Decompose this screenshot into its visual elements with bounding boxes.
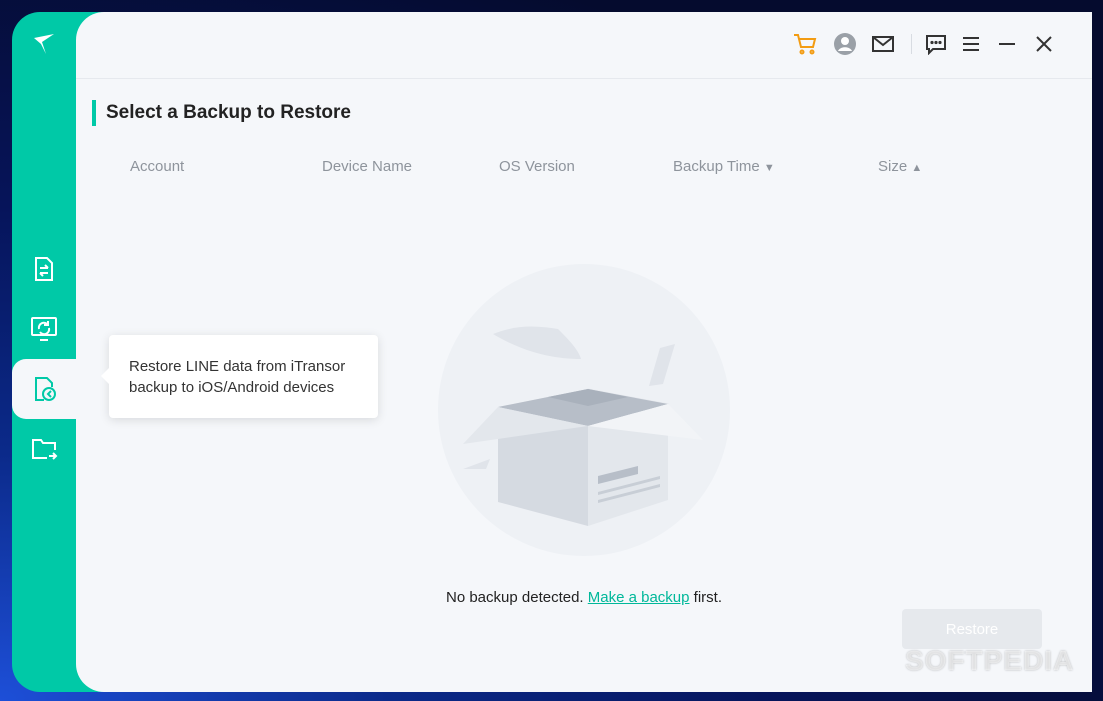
sidebar bbox=[12, 12, 76, 692]
page-title: Select a Backup to Restore bbox=[92, 100, 351, 126]
make-backup-link[interactable]: Make a backup bbox=[588, 589, 690, 606]
sidebar-item-backup[interactable] bbox=[12, 299, 76, 359]
restore-icon bbox=[35, 377, 56, 401]
backup-icon bbox=[31, 317, 57, 341]
minimize-button[interactable] bbox=[994, 31, 1020, 57]
toolbar-divider bbox=[911, 34, 912, 54]
title-bar bbox=[76, 12, 1092, 79]
close-icon bbox=[1036, 36, 1052, 52]
user-icon bbox=[834, 33, 856, 55]
empty-state-prefix: No backup detected. bbox=[446, 589, 588, 606]
minimize-icon bbox=[999, 43, 1015, 45]
mail-button[interactable] bbox=[870, 31, 896, 57]
tooltip-line-1: Restore LINE data from iTransor bbox=[129, 358, 346, 375]
column-label: OS Version bbox=[499, 158, 575, 175]
sidebar-item-transfer[interactable] bbox=[12, 239, 76, 299]
column-header-account[interactable]: Account bbox=[130, 158, 184, 175]
mail-icon bbox=[872, 36, 894, 52]
cart-button[interactable] bbox=[792, 31, 818, 57]
sidebar-item-export[interactable] bbox=[12, 419, 76, 479]
menu-icon bbox=[963, 37, 979, 51]
column-header-size[interactable]: Size ▲ bbox=[878, 158, 922, 175]
empty-box-icon bbox=[463, 326, 703, 526]
export-folder-icon bbox=[32, 439, 58, 460]
sort-up-icon: ▲ bbox=[911, 162, 923, 174]
empty-state-suffix: first. bbox=[689, 589, 722, 606]
restore-tooltip: Restore LINE data from iTransor backup t… bbox=[101, 335, 378, 418]
cart-icon bbox=[794, 34, 817, 55]
transfer-icon bbox=[35, 257, 53, 281]
sidebar-item-restore[interactable] bbox=[12, 359, 76, 419]
account-button[interactable] bbox=[832, 31, 858, 57]
feedback-button[interactable] bbox=[923, 31, 949, 57]
app-logo-icon bbox=[34, 34, 54, 54]
column-header-backup-time[interactable]: Backup Time ▼ bbox=[673, 158, 775, 175]
restore-button[interactable]: Restore bbox=[902, 609, 1042, 649]
column-header-os-version[interactable]: OS Version bbox=[499, 158, 575, 175]
tooltip-line-2: backup to iOS/Android devices bbox=[129, 379, 335, 396]
menu-button[interactable] bbox=[958, 31, 984, 57]
close-button[interactable] bbox=[1031, 31, 1057, 57]
column-label: Backup Time bbox=[673, 158, 760, 175]
sort-down-icon: ▼ bbox=[763, 162, 775, 174]
column-label: Size bbox=[878, 158, 908, 175]
empty-state-illustration bbox=[438, 264, 730, 556]
empty-state-message: No backup detected. Make a backup first. bbox=[76, 589, 1092, 606]
column-label: Device Name bbox=[322, 158, 413, 175]
column-label: Account bbox=[130, 158, 185, 175]
column-header-device-name[interactable]: Device Name bbox=[322, 158, 412, 175]
feedback-icon bbox=[926, 35, 946, 55]
softpedia-watermark: SOFTPEDIA bbox=[905, 645, 1075, 676]
